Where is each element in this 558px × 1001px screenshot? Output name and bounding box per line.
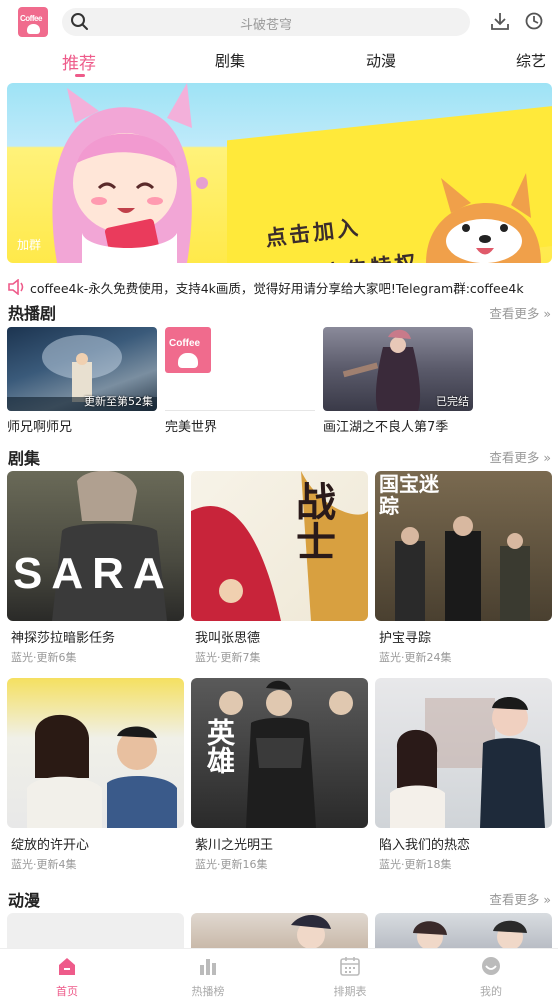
drama-poster-title: SARA (13, 549, 174, 598)
anime-card[interactable] (375, 913, 552, 949)
search-bar[interactable]: 斗破苍穹 (62, 8, 470, 36)
banner-dog-illustration (426, 173, 541, 263)
drama-poster-title: 国宝迷踪 (379, 472, 439, 518)
double-chevron-icon: » (543, 306, 551, 321)
notice-text: coffee4k-永久免费使用，支持4k画质，觉得好用请分享给大家吧!Teleg… (30, 281, 524, 296)
drama-poster-art (191, 471, 368, 621)
drama-title: 绽放的许开心 (11, 838, 90, 853)
double-chevron-icon: » (543, 450, 551, 465)
hot-see-more[interactable]: 查看更多 » (489, 303, 551, 322)
download-icon[interactable] (490, 11, 510, 35)
see-more-label: 查看更多 (489, 892, 540, 907)
active-tab-indicator (75, 74, 85, 77)
drama-poster-title: 战士 (289, 481, 335, 561)
app-logo[interactable]: Coffee (18, 7, 48, 37)
bottom-nav: 首页 热播榜 排期表 我的 (0, 948, 558, 1001)
drama-subtitle: 蓝光·更新4集 (11, 858, 77, 871)
hot-title: 完美世界 (165, 420, 218, 435)
nav-schedule-label: 排期表 (333, 985, 367, 998)
chart-icon (200, 959, 216, 975)
drama-title: 紫川之光明王 (195, 838, 274, 853)
drama-title: 陷入我们的热恋 (379, 838, 471, 853)
hot-card[interactable]: 更新至第52集 师兄啊师兄 (7, 327, 157, 435)
see-more-label: 查看更多 (489, 450, 540, 465)
placeholder-face-icon (178, 353, 198, 368)
hot-title: 师兄啊师兄 (7, 420, 73, 435)
drama-card[interactable]: 陷入我们的热恋 蓝光·更新18集 (375, 678, 552, 872)
tab-anime[interactable]: 动漫 (366, 50, 396, 71)
promo-banner[interactable]: 点击加入 加群领免广告特权 加群 (7, 83, 552, 263)
drama-poster: SARA (7, 471, 184, 621)
top-bar: Coffee 斗破苍穹 (0, 0, 558, 44)
drama-subtitle: 蓝光·更新18集 (379, 858, 452, 871)
hot-card[interactable]: 已完结 画江湖之不良人第7季 (323, 327, 473, 435)
search-placeholder: 斗破苍穹 (239, 18, 292, 33)
hot-poster: 已完结 (323, 327, 473, 411)
anime-see-more[interactable]: 查看更多 » (489, 889, 551, 908)
drama-poster (7, 678, 184, 828)
banner-tag: 加群 (17, 238, 42, 252)
anime-poster-art (413, 920, 527, 949)
tab-variety[interactable]: 综艺 (516, 50, 546, 71)
nav-home[interactable]: 首页 (27, 955, 107, 999)
speaker-icon (8, 278, 26, 297)
logo-face-icon (27, 24, 40, 34)
drama-card[interactable]: SARA 神探莎拉暗影任务 蓝光·更新6集 (7, 471, 184, 665)
profile-icon (482, 957, 500, 975)
tab-recommend[interactable]: 推荐 (62, 49, 96, 74)
drama-poster-art (27, 714, 177, 828)
home-icon (59, 958, 75, 975)
hot-card[interactable]: Coffee 完美世界 (165, 327, 315, 435)
drama-subtitle: 蓝光·更新24集 (379, 651, 452, 664)
drama-title: 神探莎拉暗影任务 (11, 631, 116, 646)
anime-poster-art (291, 914, 331, 949)
hot-placeholder-logo: Coffee (165, 327, 211, 373)
hot-poster: Coffee (165, 327, 315, 411)
drama-card[interactable]: 绽放的许开心 蓝光·更新4集 (7, 678, 184, 872)
hot-badge: 更新至第52集 (84, 395, 153, 408)
logo-text: Coffee (20, 14, 42, 23)
drama-poster: 战士 (191, 471, 368, 621)
drama-poster-art (390, 696, 545, 828)
drama-subtitle: 蓝光·更新6集 (11, 651, 77, 664)
anime-card[interactable] (7, 913, 184, 949)
drama-subtitle: 蓝光·更新7集 (195, 651, 261, 664)
drama-subtitle: 蓝光·更新16集 (195, 858, 268, 871)
nav-hot-list[interactable]: 热播榜 (168, 955, 248, 999)
nav-profile[interactable]: 我的 (451, 955, 531, 999)
drama-poster: 国宝迷踪 (375, 471, 552, 621)
nav-home-label: 首页 (56, 985, 78, 998)
banner-girl-illustration (52, 83, 208, 263)
nav-schedule[interactable]: 排期表 (310, 955, 390, 999)
hot-section-title: 热播剧 (8, 304, 57, 323)
drama-card[interactable]: 英雄 紫川之光明王 蓝光·更新16集 (191, 678, 368, 872)
drama-title: 我叫张思德 (195, 631, 261, 646)
hot-title: 画江湖之不良人第7季 (323, 420, 449, 435)
hot-poster: 更新至第52集 (7, 327, 157, 411)
see-more-label: 查看更多 (489, 306, 540, 321)
drama-card[interactable]: 战士 我叫张思德 蓝光·更新7集 (191, 471, 368, 665)
hot-badge: 已完结 (436, 395, 469, 408)
notice-bar: coffee4k-永久免费使用，支持4k画质，觉得好用请分享给大家吧!Teleg… (8, 277, 553, 297)
history-icon[interactable] (524, 11, 544, 35)
calendar-icon (340, 957, 360, 976)
category-tabs: 推荐 剧集 动漫 综艺 (0, 44, 558, 78)
drama-poster: 英雄 (191, 678, 368, 828)
anime-section-title: 动漫 (8, 891, 41, 910)
placeholder-logo-text: Coffee (169, 338, 201, 349)
drama-card[interactable]: 国宝迷踪 护宝寻踪 蓝光·更新24集 (375, 471, 552, 665)
card-divider (165, 410, 315, 411)
drama-poster-title: 英雄 (203, 718, 236, 774)
drama-section-title: 剧集 (8, 449, 41, 468)
drama-title: 护宝寻踪 (379, 631, 432, 646)
drama-see-more[interactable]: 查看更多 » (489, 447, 551, 466)
double-chevron-icon: » (543, 892, 551, 907)
nav-hot-list-label: 热播榜 (191, 985, 225, 998)
nav-profile-label: 我的 (480, 985, 502, 998)
drama-poster (375, 678, 552, 828)
anime-card[interactable] (191, 913, 368, 949)
tab-drama[interactable]: 剧集 (215, 50, 245, 71)
